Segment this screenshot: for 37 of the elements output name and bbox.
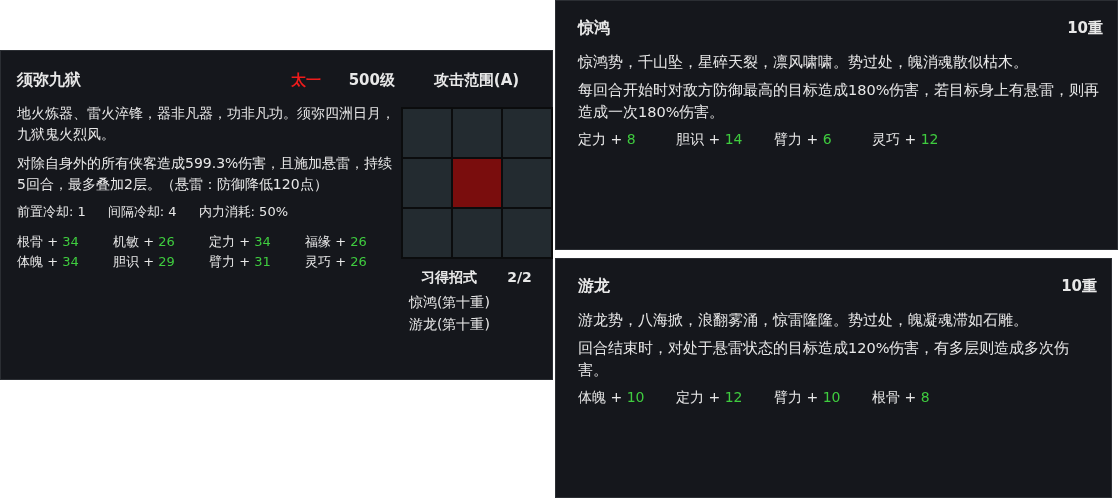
stat-bonus: 胆识 + 14 — [676, 131, 744, 149]
move-description: 每回合开始时对敌方防御最高的目标造成180%伤害，若目标身上有悬雷，则再造成一次180%伤害。 — [578, 81, 1101, 122]
stat-bonus: 体魄 + 34 — [17, 253, 80, 271]
move-rank: 10重 — [1067, 18, 1103, 38]
skill-title: 须弥九狱 — [17, 69, 82, 91]
school-label: 太一 — [290, 70, 321, 90]
stat-bonus: 体魄 + 10 — [578, 389, 646, 407]
stat-bonus: 定力 + 12 — [676, 389, 744, 407]
stat-bonus: 根骨 + 8 — [872, 389, 931, 407]
cooldown-stat: 前置冷却: 1 — [17, 203, 86, 221]
stat-bonus: 胆识 + 29 — [113, 253, 176, 271]
move-description: 回合结束时，对处于悬雷状态的目标造成120%伤害，有多层则造成多次伤害。 — [578, 339, 1071, 380]
stat-bonus: 根骨 + 34 — [17, 233, 80, 251]
skill-description: 对除自身外的所有侠客造成599.3%伤害，且施加悬雷，持续5回合，最多叠加2层。（悬雷：防御降低120点） — [17, 154, 394, 194]
cooldown-stat: 内力消耗: 50% — [198, 203, 288, 221]
move-item: 游龙(第十重) — [409, 315, 490, 334]
move-description: 惊鸿势，千山坠，星碎天裂，凛风啸啸。势过处，魄消魂散似枯木。 — [578, 53, 1029, 72]
move-title: 惊鸿 — [578, 17, 611, 39]
stat-bonus: 定力 + 8 — [578, 131, 637, 149]
stat-bonus: 臂力 + 10 — [774, 389, 842, 407]
move-rank: 10重 — [1061, 276, 1097, 296]
stat-bonus: 福缘 + 26 — [305, 233, 368, 251]
stat-bonus: 定力 + 34 — [209, 233, 272, 251]
stat-bonus: 灵巧 + 12 — [872, 131, 940, 149]
moves-count: 2/2 — [507, 269, 532, 287]
move-item: 惊鸿(第十重) — [409, 293, 490, 312]
range-title: 攻击范围(A) — [433, 69, 520, 91]
skill-description: 地火炼器、雷火淬锋，器非凡器，功非凡功。须弥四洲日月，九狱鬼火烈风。 — [17, 104, 395, 144]
move-title: 游龙 — [578, 275, 611, 297]
stat-bonus: 机敏 + 26 — [113, 233, 176, 251]
moves-title: 习得招式 — [421, 269, 478, 287]
stat-bonus: 臂力 + 6 — [774, 131, 833, 149]
move-description: 游龙势，八海掀，浪翻雾涌，惊雷隆隆。势过处，魄凝魂滞如石雕。 — [578, 311, 1029, 330]
stat-bonus: 灵巧 + 26 — [305, 253, 368, 271]
stat-bonus: 臂力 + 31 — [209, 253, 272, 271]
cooldown-stat: 间隔冷却: 4 — [107, 203, 177, 221]
skill-level: 500级 — [348, 70, 395, 90]
